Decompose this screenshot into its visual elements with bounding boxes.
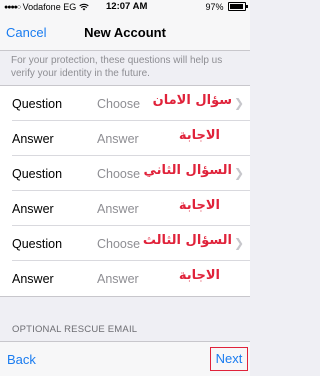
answer-2-row[interactable]: Answer Answer الاجابة	[0, 191, 250, 226]
clock: 12:07 AM	[106, 1, 148, 12]
answer-1-row[interactable]: Answer Answer الاجابة	[0, 121, 250, 156]
wifi-icon	[79, 2, 89, 12]
row-label: Question	[12, 237, 63, 251]
carrier-name: Vodafone EG	[22, 2, 77, 12]
question-1-row[interactable]: Question Choose سؤال الامان ❯	[0, 86, 250, 121]
row-label: Answer	[12, 272, 54, 286]
question-3-value: Choose	[97, 237, 141, 251]
rescue-email-section-header: OPTIONAL RESCUE EMAIL	[12, 324, 138, 335]
annotation-text: السؤال الثالث	[142, 233, 232, 248]
answer-3-row[interactable]: Answer Answer الاجابة	[0, 261, 250, 296]
back-button[interactable]: Back	[7, 352, 36, 367]
row-label: Question	[12, 97, 63, 111]
status-bar: ●●●●○ Vodafone EG 12:07 AM 97%	[0, 0, 250, 14]
annotation-text: سؤال الامان	[152, 93, 232, 108]
question-1-value: Choose	[97, 97, 141, 111]
answer-3-field[interactable]: Answer	[97, 272, 139, 286]
row-label: Answer	[12, 202, 54, 216]
carrier-status: ●●●●○ Vodafone EG	[4, 2, 89, 12]
protection-info-text: For your protection, these questions wil…	[11, 55, 223, 79]
bottom-toolbar: Back Next	[0, 341, 250, 376]
annotation-text: الاجابة	[178, 128, 220, 143]
row-label: Question	[12, 167, 63, 181]
question-3-row[interactable]: Question Choose السؤال الثالث ❯	[0, 226, 250, 261]
battery-status: 97%	[205, 2, 248, 12]
answer-1-field[interactable]: Answer	[97, 132, 139, 146]
chevron-right-icon: ❯	[233, 166, 244, 180]
chevron-right-icon: ❯	[233, 236, 244, 250]
battery-percent: 97%	[205, 2, 224, 12]
row-label: Answer	[12, 132, 54, 146]
annotation-text: الاجابة	[178, 268, 220, 283]
signal-strength-icon: ●●●●○	[4, 4, 21, 11]
question-2-value: Choose	[97, 167, 141, 181]
annotation-text: الاجابة	[178, 198, 220, 213]
security-questions-form: Question Choose سؤال الامان ❯ Answer Ans…	[0, 85, 250, 297]
next-button[interactable]: Next	[210, 347, 248, 371]
page-title: New Account	[84, 25, 166, 40]
battery-icon	[228, 2, 248, 11]
annotation-text: السؤال الثاني	[143, 163, 232, 178]
navigation-bar: Cancel New Account	[0, 14, 250, 51]
question-2-row[interactable]: Question Choose السؤال الثاني ❯	[0, 156, 250, 191]
chevron-right-icon: ❯	[233, 96, 244, 110]
answer-2-field[interactable]: Answer	[97, 202, 139, 216]
